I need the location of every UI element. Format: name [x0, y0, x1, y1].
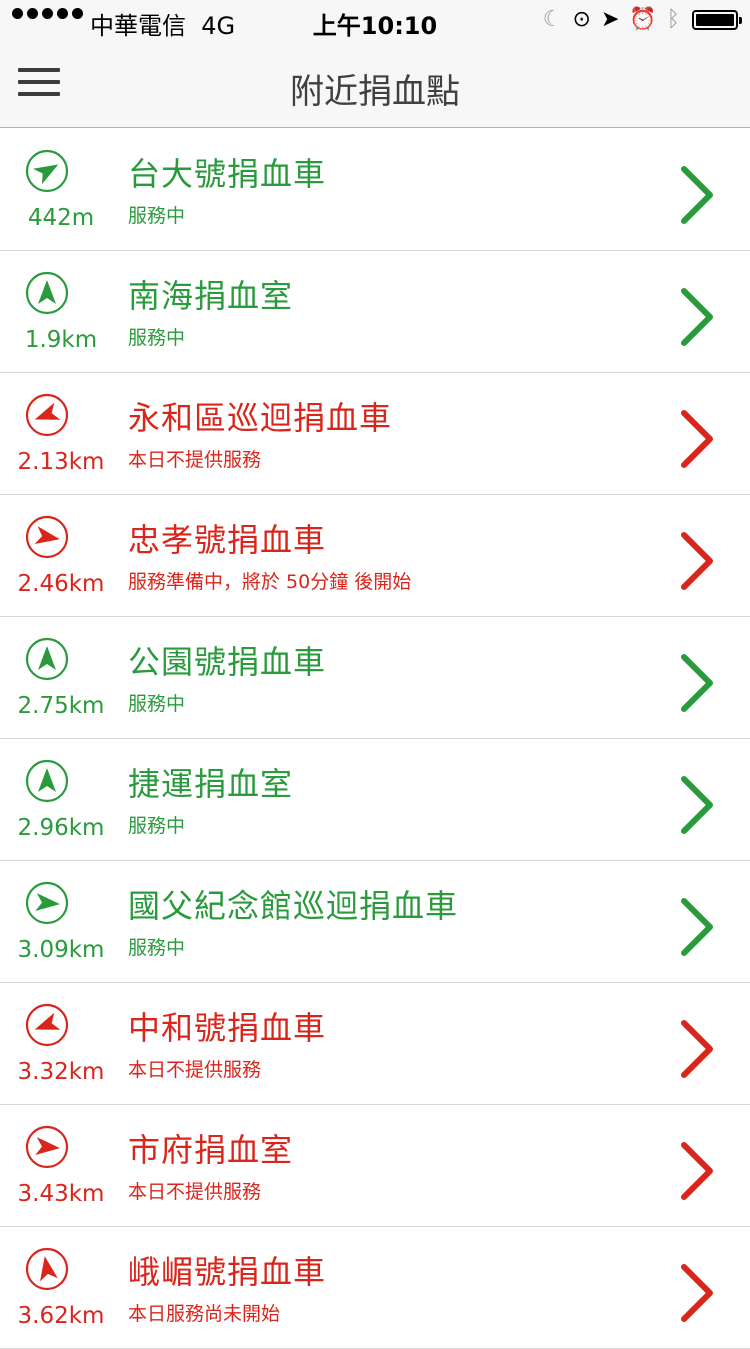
site-name: 峨嵋號捐血車	[128, 1253, 327, 1291]
chevron-right-icon[interactable]	[676, 1263, 716, 1323]
chevron-right-icon[interactable]	[676, 409, 716, 469]
site-status: 本日不提供服務	[128, 449, 262, 471]
site-list-item[interactable]: 3.62km 峨嵋號捐血車本日服務尚未開始	[0, 1227, 750, 1349]
site-list-item[interactable]: 442m 台大號捐血車服務中	[0, 129, 750, 251]
direction-arrow-icon	[25, 881, 69, 925]
chevron-right-icon[interactable]	[676, 897, 716, 957]
site-name: 台大號捐血車	[128, 155, 327, 193]
site-distance: 1.9km	[24, 327, 98, 353]
donation-site-list: 442m 台大號捐血車 服務中 1.9km 南海捐血室 服務中 2.13km 永和區巡迴捐血車…	[0, 129, 750, 1349]
site-status: 本日不提供服務	[128, 1059, 262, 1081]
site-list-item[interactable]: 2.13km 永和區巡迴捐血車本日不提供服務	[0, 373, 750, 495]
site-distance: 3.32km	[17, 1059, 105, 1085]
chevron-right-icon[interactable]	[676, 653, 716, 713]
rotation-lock-icon: ⊙	[572, 7, 591, 32]
site-name: 捷運捐血室	[128, 765, 294, 803]
direction-arrow-icon	[25, 1003, 69, 1047]
site-status: 本日服務尚未開始	[128, 1303, 281, 1325]
site-status: 服務中	[128, 815, 186, 837]
site-name: 南海捐血室	[128, 277, 294, 315]
site-list-item[interactable]: 3.43km 市府捐血室本日不提供服務	[0, 1105, 750, 1227]
site-name: 市府捐血室	[128, 1131, 294, 1169]
page-title: 附近捐血點	[290, 72, 460, 112]
site-name: 永和區巡迴捐血車	[128, 399, 393, 437]
direction-arrow-icon	[25, 515, 69, 559]
site-list-item[interactable]: 2.96km 捷運捐血室服務中	[0, 739, 750, 861]
battery-icon	[692, 10, 742, 30]
site-distance: 3.43km	[17, 1181, 105, 1207]
chevron-right-icon[interactable]	[676, 1141, 716, 1201]
site-name: 公園號捐血車	[128, 643, 327, 681]
navigation-bar: 附近捐血點	[0, 40, 750, 128]
site-list-item[interactable]: 2.75km 公園號捐血車服務中	[0, 617, 750, 739]
direction-arrow-icon	[25, 637, 69, 681]
site-status: 服務中	[128, 205, 186, 227]
site-status: 服務準備中，將於 50分鐘 後開始	[128, 571, 412, 593]
site-status: 服務中	[128, 327, 186, 349]
site-status: 本日不提供服務	[128, 1181, 262, 1203]
status-bar: 中華電信 4G 上午10:10 ☾ ⊙ ➤ ⏰ ᛒ	[0, 0, 750, 40]
do-not-disturb-icon: ☾	[542, 7, 563, 32]
chevron-right-icon[interactable]	[676, 775, 716, 835]
bluetooth-icon: ᛒ	[666, 7, 680, 32]
site-list-item[interactable]: 1.9km 南海捐血室服務中	[0, 251, 750, 373]
site-distance: 2.46km	[17, 571, 105, 597]
location-services-icon: ➤	[600, 7, 620, 32]
site-list-item[interactable]: 3.32km 中和號捐血車本日不提供服務	[0, 983, 750, 1105]
site-distance: 2.96km	[17, 815, 105, 841]
site-status: 服務中	[128, 693, 186, 715]
site-list-item[interactable]: 2.46km 忠孝號捐血車服務準備中，將於 50分鐘 後開始	[0, 495, 750, 617]
site-distance: 2.13km	[17, 449, 105, 475]
direction-arrow-icon	[25, 759, 69, 803]
site-name: 中和號捐血車	[128, 1009, 327, 1047]
direction-arrow-icon	[25, 1247, 69, 1291]
chevron-right-icon[interactable]	[676, 1019, 716, 1079]
direction-arrow-icon	[25, 149, 69, 193]
site-distance: 2.75km	[17, 693, 105, 719]
chevron-right-icon[interactable]	[676, 165, 716, 225]
site-distance: 3.62km	[17, 1303, 105, 1329]
site-distance: 442m	[27, 205, 95, 231]
status-icons: ☾ ⊙ ➤ ⏰ ᛒ	[533, 7, 742, 33]
alarm-icon: ⏰	[629, 7, 657, 32]
site-list-item[interactable]: 3.09km 國父紀念館巡迴捐血車服務中	[0, 861, 750, 983]
direction-arrow-icon	[25, 1125, 69, 1169]
chevron-right-icon[interactable]	[676, 531, 716, 591]
site-name: 忠孝號捐血車	[128, 521, 327, 559]
direction-arrow-icon	[25, 393, 69, 437]
direction-arrow-icon	[25, 271, 69, 315]
site-name: 國父紀念館巡迴捐血車	[128, 887, 459, 925]
chevron-right-icon[interactable]	[676, 287, 716, 347]
site-status: 服務中	[128, 937, 186, 959]
site-distance: 3.09km	[17, 937, 105, 963]
